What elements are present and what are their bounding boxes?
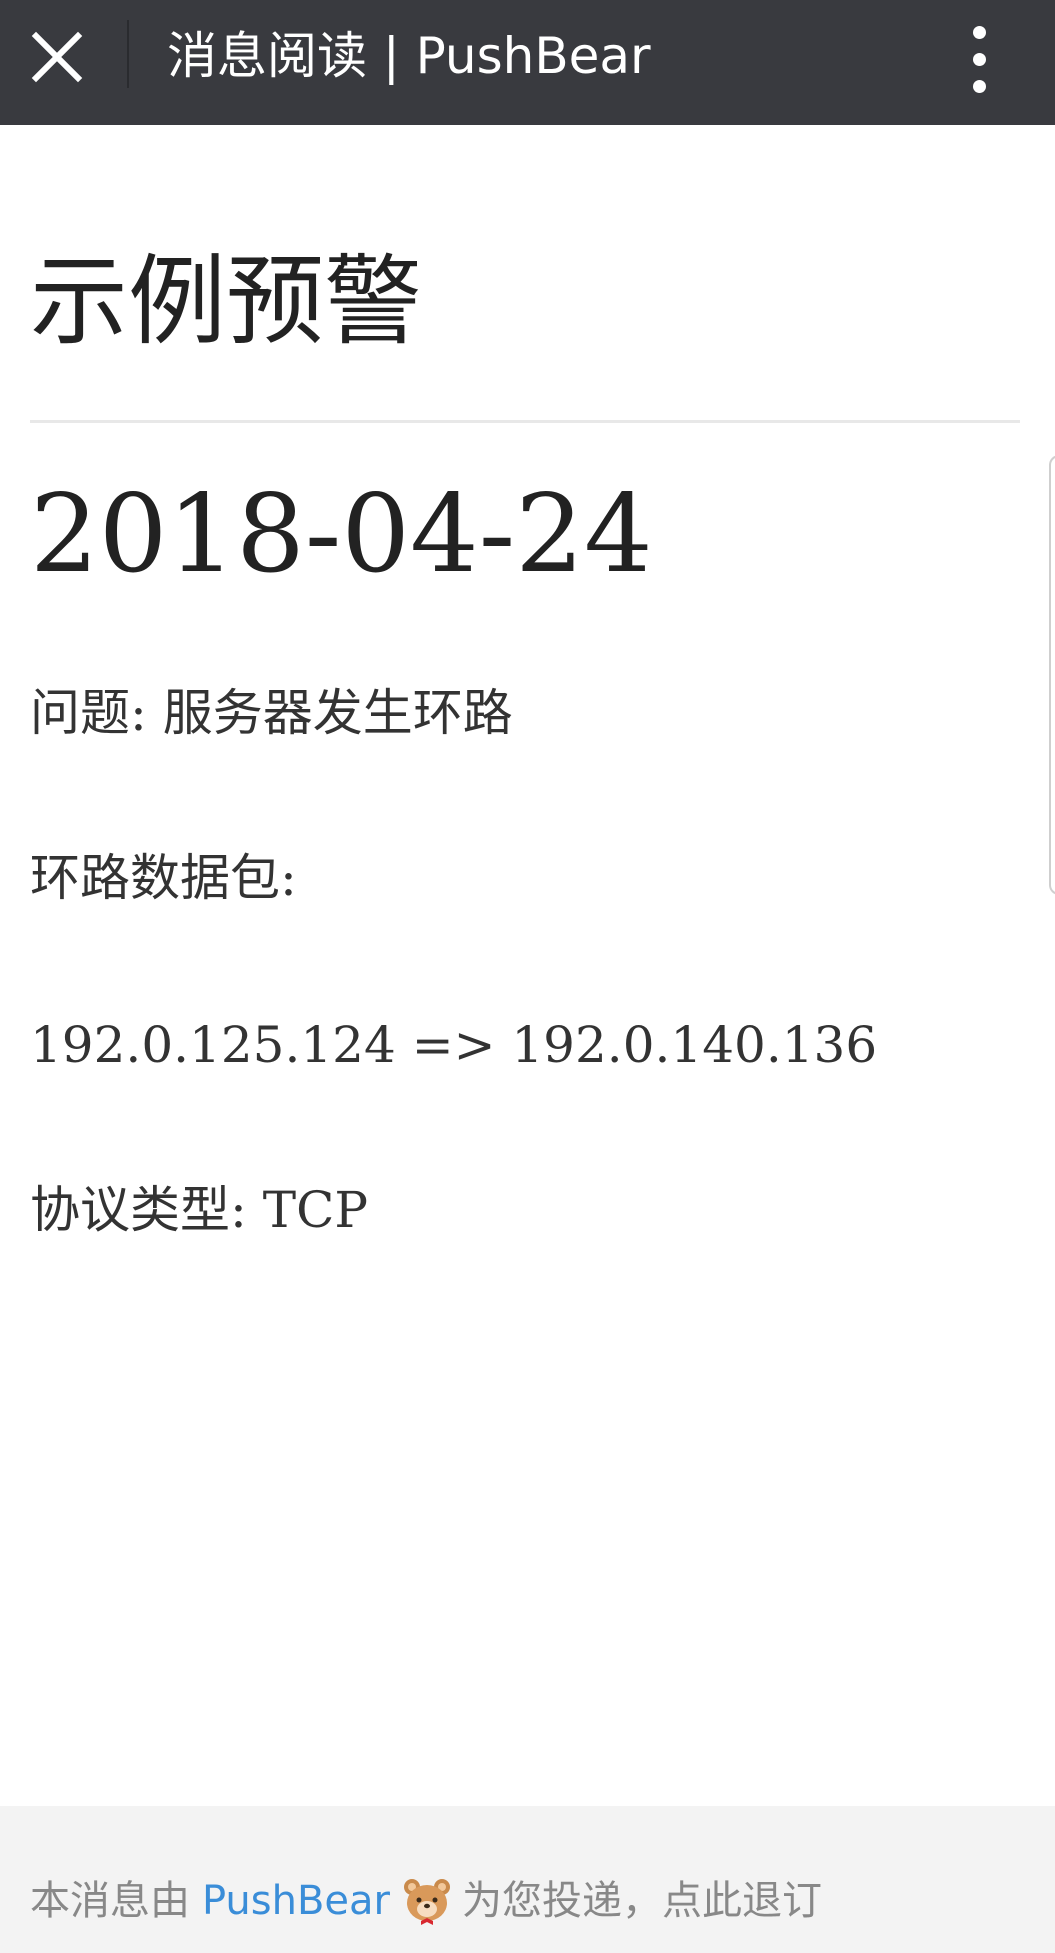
footer-text: 本消息由 PushBear 为您投递， 点此退订	[30, 1861, 822, 1941]
footer-prefix: 本消息由	[30, 1878, 190, 1924]
window-title: 消息阅读 | PushBear	[167, 27, 651, 85]
loop-packet-label: 环路数据包:	[30, 849, 297, 907]
footer: 本消息由 PushBear 为您投递， 点此退订	[0, 1806, 1055, 1953]
close-icon	[31, 31, 83, 83]
issue-line: 问题: 服务器发生环路	[30, 684, 513, 742]
title-divider	[127, 20, 129, 88]
unsubscribe-link[interactable]: 点此退订	[662, 1861, 822, 1941]
loop-packet-route: 192.0.125.124 => 192.0.140.136	[30, 1016, 878, 1074]
message-title: 示例预警	[30, 245, 423, 359]
edge-pull-handle[interactable]	[1049, 455, 1055, 895]
title-bar: 消息阅读 | PushBear	[0, 0, 1055, 125]
title-divider-line	[30, 420, 1020, 423]
footer-suffix: 为您投递，	[461, 1878, 662, 1924]
message-date: 2018-04-24	[30, 472, 653, 597]
more-options-button[interactable]	[950, 10, 1010, 100]
pushbear-link[interactable]: PushBear	[202, 1861, 390, 1941]
protocol-line: 协议类型: TCP	[30, 1181, 368, 1239]
close-button[interactable]	[18, 18, 108, 108]
bear-icon	[403, 1879, 450, 1925]
